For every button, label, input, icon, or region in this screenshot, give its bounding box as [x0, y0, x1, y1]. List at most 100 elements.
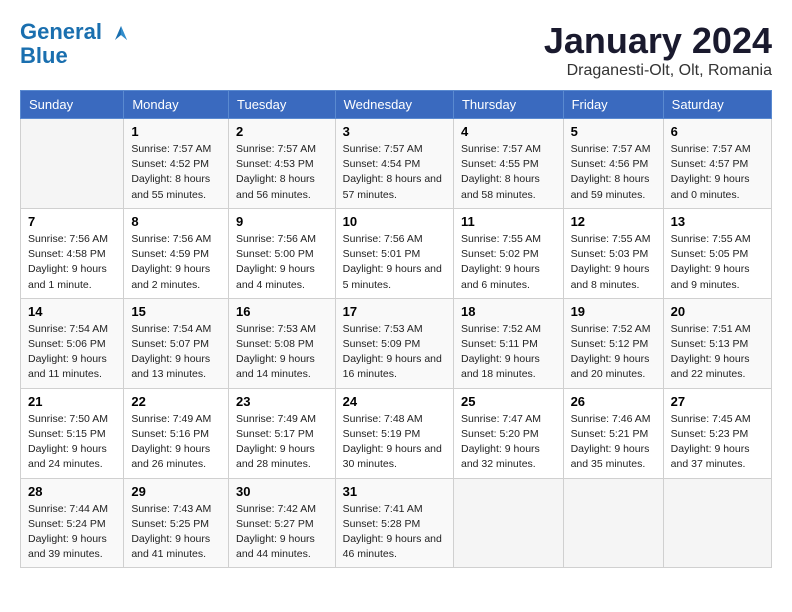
calendar-cell: 5 Sunrise: 7:57 AMSunset: 4:56 PMDaylight… — [563, 119, 663, 209]
day-number: 8 — [131, 214, 221, 229]
day-info: Sunrise: 7:45 AMSunset: 5:23 PMDaylight:… — [671, 412, 764, 473]
day-info: Sunrise: 7:57 AMSunset: 4:53 PMDaylight:… — [236, 142, 328, 203]
day-number: 19 — [571, 304, 656, 319]
calendar-cell: 10Sunrise: 7:56 AMSunset: 5:01 PMDayligh… — [335, 208, 453, 298]
day-number: 16 — [236, 304, 328, 319]
page-header: General Blue January 2024 Draganesti-Olt… — [20, 20, 772, 80]
day-number: 7 — [28, 214, 116, 229]
weekday-header-thursday: Thursday — [453, 91, 563, 119]
calendar-cell: 17 Sunrise: 7:53 AMSunset: 5:09 PMDayligh… — [335, 298, 453, 388]
day-info: Sunrise: 7:55 AMSunset: 5:02 PMDaylight:… — [461, 232, 556, 293]
day-info: Sunrise: 7:51 AMSunset: 5:13 PMDaylight:… — [671, 322, 764, 383]
week-row-5: 28Sunrise: 7:44 AMSunset: 5:24 PMDayligh… — [21, 478, 772, 568]
calendar-cell: 31Sunrise: 7:41 AMSunset: 5:28 PMDayligh… — [335, 478, 453, 568]
day-number: 12 — [571, 214, 656, 229]
day-info: Sunrise: 7:49 AMSunset: 5:17 PMDaylight:… — [236, 412, 328, 473]
day-number: 15 — [131, 304, 221, 319]
calendar-cell — [453, 478, 563, 568]
day-number: 20 — [671, 304, 764, 319]
calendar-cell: 29Sunrise: 7:43 AMSunset: 5:25 PMDayligh… — [124, 478, 229, 568]
day-info: Sunrise: 7:57 AMSunset: 4:55 PMDaylight:… — [461, 142, 556, 203]
calendar-cell: 26Sunrise: 7:46 AMSunset: 5:21 PMDayligh… — [563, 388, 663, 478]
day-number: 6 — [671, 124, 764, 139]
day-info: Sunrise: 7:57 AMSunset: 4:56 PMDaylight:… — [571, 142, 656, 203]
day-number: 9 — [236, 214, 328, 229]
day-info: Sunrise: 7:53 AMSunset: 5:08 PMDaylight:… — [236, 322, 328, 383]
day-info: Sunrise: 7:48 AMSunset: 5:19 PMDaylight:… — [343, 412, 446, 473]
calendar-cell: 16 Sunrise: 7:53 AMSunset: 5:08 PMDayligh… — [229, 298, 336, 388]
calendar-cell: 30 Sunrise: 7:42 AMSunset: 5:27 PMDayligh… — [229, 478, 336, 568]
day-info: Sunrise: 7:56 AMSunset: 5:00 PMDaylight:… — [236, 232, 328, 293]
day-number: 18 — [461, 304, 556, 319]
day-info: Sunrise: 7:53 AMSunset: 5:09 PMDaylight:… — [343, 322, 446, 383]
calendar-cell: 21 Sunrise: 7:50 AMSunset: 5:15 PMDayligh… — [21, 388, 124, 478]
week-row-1: 1 Sunrise: 7:57 AMSunset: 4:52 PMDaylight… — [21, 119, 772, 209]
logo: General Blue — [20, 20, 132, 68]
calendar-cell: 2Sunrise: 7:57 AMSunset: 4:53 PMDaylight… — [229, 119, 336, 209]
day-number: 13 — [671, 214, 764, 229]
calendar-cell: 13 Sunrise: 7:55 AMSunset: 5:05 PMDayligh… — [663, 208, 771, 298]
week-row-3: 14Sunrise: 7:54 AMSunset: 5:06 PMDayligh… — [21, 298, 772, 388]
day-number: 24 — [343, 394, 446, 409]
calendar-cell — [21, 119, 124, 209]
day-number: 30 — [236, 484, 328, 499]
day-number: 29 — [131, 484, 221, 499]
calendar-cell: 9 Sunrise: 7:56 AMSunset: 5:00 PMDaylight… — [229, 208, 336, 298]
day-number: 23 — [236, 394, 328, 409]
day-number: 25 — [461, 394, 556, 409]
day-number: 5 — [571, 124, 656, 139]
day-info: Sunrise: 7:42 AMSunset: 5:27 PMDaylight:… — [236, 502, 328, 563]
day-number: 28 — [28, 484, 116, 499]
day-info: Sunrise: 7:56 AMSunset: 5:01 PMDaylight:… — [343, 232, 446, 293]
weekday-header-row: SundayMondayTuesdayWednesdayThursdayFrid… — [21, 91, 772, 119]
day-info: Sunrise: 7:57 AMSunset: 4:52 PMDaylight:… — [131, 142, 221, 203]
day-info: Sunrise: 7:52 AMSunset: 5:11 PMDaylight:… — [461, 322, 556, 383]
weekday-header-saturday: Saturday — [663, 91, 771, 119]
day-info: Sunrise: 7:56 AMSunset: 4:58 PMDaylight:… — [28, 232, 116, 293]
day-info: Sunrise: 7:52 AMSunset: 5:12 PMDaylight:… — [571, 322, 656, 383]
calendar-cell: 24 Sunrise: 7:48 AMSunset: 5:19 PMDayligh… — [335, 388, 453, 478]
day-info: Sunrise: 7:55 AMSunset: 5:05 PMDaylight:… — [671, 232, 764, 293]
day-number: 1 — [131, 124, 221, 139]
week-row-2: 7 Sunrise: 7:56 AMSunset: 4:58 PMDaylight… — [21, 208, 772, 298]
week-row-4: 21 Sunrise: 7:50 AMSunset: 5:15 PMDayligh… — [21, 388, 772, 478]
calendar-cell: 22Sunrise: 7:49 AMSunset: 5:16 PMDayligh… — [124, 388, 229, 478]
calendar-cell — [563, 478, 663, 568]
logo-text: General Blue — [20, 20, 132, 68]
day-number: 26 — [571, 394, 656, 409]
day-info: Sunrise: 7:50 AMSunset: 5:15 PMDaylight:… — [28, 412, 116, 473]
title-block: January 2024 Draganesti-Olt, Olt, Romani… — [544, 20, 772, 80]
weekday-header-friday: Friday — [563, 91, 663, 119]
day-info: Sunrise: 7:57 AMSunset: 4:54 PMDaylight:… — [343, 142, 446, 203]
weekday-header-sunday: Sunday — [21, 91, 124, 119]
day-number: 27 — [671, 394, 764, 409]
calendar-cell: 28Sunrise: 7:44 AMSunset: 5:24 PMDayligh… — [21, 478, 124, 568]
calendar-cell: 27 Sunrise: 7:45 AMSunset: 5:23 PMDayligh… — [663, 388, 771, 478]
calendar-cell: 6Sunrise: 7:57 AMSunset: 4:57 PMDaylight… — [663, 119, 771, 209]
calendar-cell: 25Sunrise: 7:47 AMSunset: 5:20 PMDayligh… — [453, 388, 563, 478]
calendar-cell: 18 Sunrise: 7:52 AMSunset: 5:11 PMDayligh… — [453, 298, 563, 388]
calendar-cell: 3Sunrise: 7:57 AMSunset: 4:54 PMDaylight… — [335, 119, 453, 209]
weekday-header-tuesday: Tuesday — [229, 91, 336, 119]
location: Draganesti-Olt, Olt, Romania — [544, 62, 772, 80]
day-number: 21 — [28, 394, 116, 409]
day-number: 31 — [343, 484, 446, 499]
calendar-cell: 15 Sunrise: 7:54 AMSunset: 5:07 PMDayligh… — [124, 298, 229, 388]
calendar-cell: 14Sunrise: 7:54 AMSunset: 5:06 PMDayligh… — [21, 298, 124, 388]
calendar-cell: 19 Sunrise: 7:52 AMSunset: 5:12 PMDayligh… — [563, 298, 663, 388]
calendar-cell: 11Sunrise: 7:55 AMSunset: 5:02 PMDayligh… — [453, 208, 563, 298]
month-title: January 2024 — [544, 20, 772, 62]
logo-icon — [110, 22, 132, 44]
calendar-table: SundayMondayTuesdayWednesdayThursdayFrid… — [20, 90, 772, 568]
calendar-cell: 7 Sunrise: 7:56 AMSunset: 4:58 PMDaylight… — [21, 208, 124, 298]
calendar-cell — [663, 478, 771, 568]
day-info: Sunrise: 7:55 AMSunset: 5:03 PMDaylight:… — [571, 232, 656, 293]
calendar-cell: 1 Sunrise: 7:57 AMSunset: 4:52 PMDaylight… — [124, 119, 229, 209]
weekday-header-wednesday: Wednesday — [335, 91, 453, 119]
weekday-header-monday: Monday — [124, 91, 229, 119]
calendar-cell: 23 Sunrise: 7:49 AMSunset: 5:17 PMDayligh… — [229, 388, 336, 478]
day-number: 17 — [343, 304, 446, 319]
day-number: 22 — [131, 394, 221, 409]
day-number: 14 — [28, 304, 116, 319]
day-info: Sunrise: 7:54 AMSunset: 5:07 PMDaylight:… — [131, 322, 221, 383]
